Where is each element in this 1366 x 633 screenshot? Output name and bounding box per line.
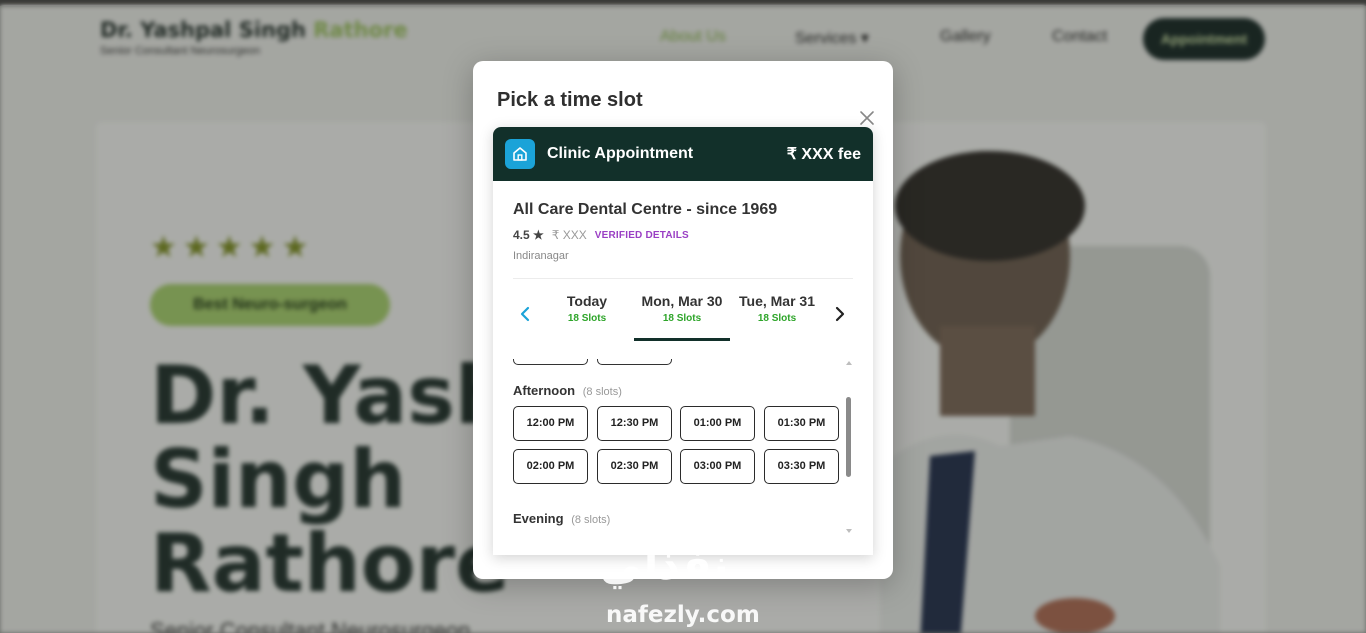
clinic-rating: 4.5 ★ bbox=[513, 228, 544, 242]
clinic-locality: Indiranagar bbox=[513, 250, 569, 262]
section-name: Afternoon bbox=[513, 383, 576, 398]
watermark-logo: نفذلي nafezly.com bbox=[590, 540, 780, 633]
time-slot-button[interactable]: 02:00 PM bbox=[513, 449, 588, 484]
selected-tab-indicator bbox=[634, 338, 730, 341]
morning-slot-partial[interactable] bbox=[513, 359, 588, 365]
scroll-up-arrow-icon[interactable] bbox=[846, 361, 852, 365]
scrollbar-thumb[interactable] bbox=[846, 397, 851, 477]
date-tab-today[interactable]: Today 18 Slots bbox=[539, 279, 635, 341]
appointment-type-title: Clinic Appointment bbox=[547, 145, 694, 162]
date-tab-tue-mar-31[interactable]: Tue, Mar 31 18 Slots bbox=[729, 279, 825, 341]
time-slot-button[interactable]: 01:30 PM bbox=[764, 406, 839, 441]
clinic-info: All Care Dental Centre - since 1969 4.5 … bbox=[493, 181, 873, 262]
time-slot-button[interactable]: 03:30 PM bbox=[764, 449, 839, 484]
date-tab-slot-count: 18 Slots bbox=[662, 313, 702, 324]
section-name: Evening bbox=[513, 511, 564, 526]
time-slot-modal: Pick a time slot Clinic Appointment ₹ XX… bbox=[473, 61, 893, 579]
clinic-name: All Care Dental Centre - since 1969 bbox=[513, 201, 778, 218]
afternoon-section-title: Afternoon (8 slots) bbox=[513, 383, 622, 398]
appointment-card: Clinic Appointment ₹ XXX fee All Care De… bbox=[493, 127, 873, 555]
chevron-right-icon[interactable] bbox=[830, 305, 848, 323]
time-slot-button[interactable]: 12:00 PM bbox=[513, 406, 588, 441]
morning-slot-partial[interactable] bbox=[597, 359, 672, 365]
clinic-price: ₹ XXX bbox=[551, 228, 587, 242]
clinic-meta: 4.5 ★ ₹ XXX VERIFIED DETAILS bbox=[513, 228, 853, 242]
section-slot-count: (8 slots) bbox=[571, 514, 611, 526]
section-slot-count: (8 slots) bbox=[582, 386, 622, 398]
watermark-site-text: nafezly.com bbox=[606, 602, 760, 628]
home-icon bbox=[505, 139, 535, 169]
time-slot-button[interactable]: 02:30 PM bbox=[597, 449, 672, 484]
date-tab-slot-count: 18 Slots bbox=[757, 313, 797, 324]
appointment-fee: ₹ XXX fee bbox=[786, 146, 861, 163]
watermark-arabic-text: نفذلي bbox=[600, 540, 729, 589]
modal-title: Pick a time slot bbox=[497, 89, 643, 111]
date-tab-label: Mon, Mar 30 bbox=[641, 293, 723, 309]
time-slot-button[interactable]: 01:00 PM bbox=[680, 406, 755, 441]
time-slot-button[interactable]: 12:30 PM bbox=[597, 406, 672, 441]
date-tab-label: Tue, Mar 31 bbox=[739, 293, 815, 309]
card-header: Clinic Appointment ₹ XXX fee bbox=[493, 127, 873, 181]
time-slot-button[interactable]: 03:00 PM bbox=[680, 449, 755, 484]
vertical-scrollbar[interactable] bbox=[844, 359, 854, 535]
chevron-left-icon[interactable] bbox=[517, 305, 535, 323]
close-icon[interactable] bbox=[858, 109, 876, 127]
date-selector: Today 18 Slots Mon, Mar 30 18 Slots Tue,… bbox=[493, 279, 873, 341]
verified-details-link[interactable]: VERIFIED DETAILS bbox=[595, 230, 689, 241]
date-tab-slot-count: 18 Slots bbox=[567, 313, 607, 324]
evening-section-title: Evening (8 slots) bbox=[513, 511, 610, 526]
time-slots-scroll[interactable]: Afternoon (8 slots) 12:00 PM 12:30 PM 01… bbox=[493, 359, 873, 555]
date-tab-mon-mar-30[interactable]: Mon, Mar 30 18 Slots bbox=[634, 279, 730, 341]
scroll-down-arrow-icon[interactable] bbox=[846, 529, 852, 533]
date-tab-label: Today bbox=[566, 293, 608, 309]
